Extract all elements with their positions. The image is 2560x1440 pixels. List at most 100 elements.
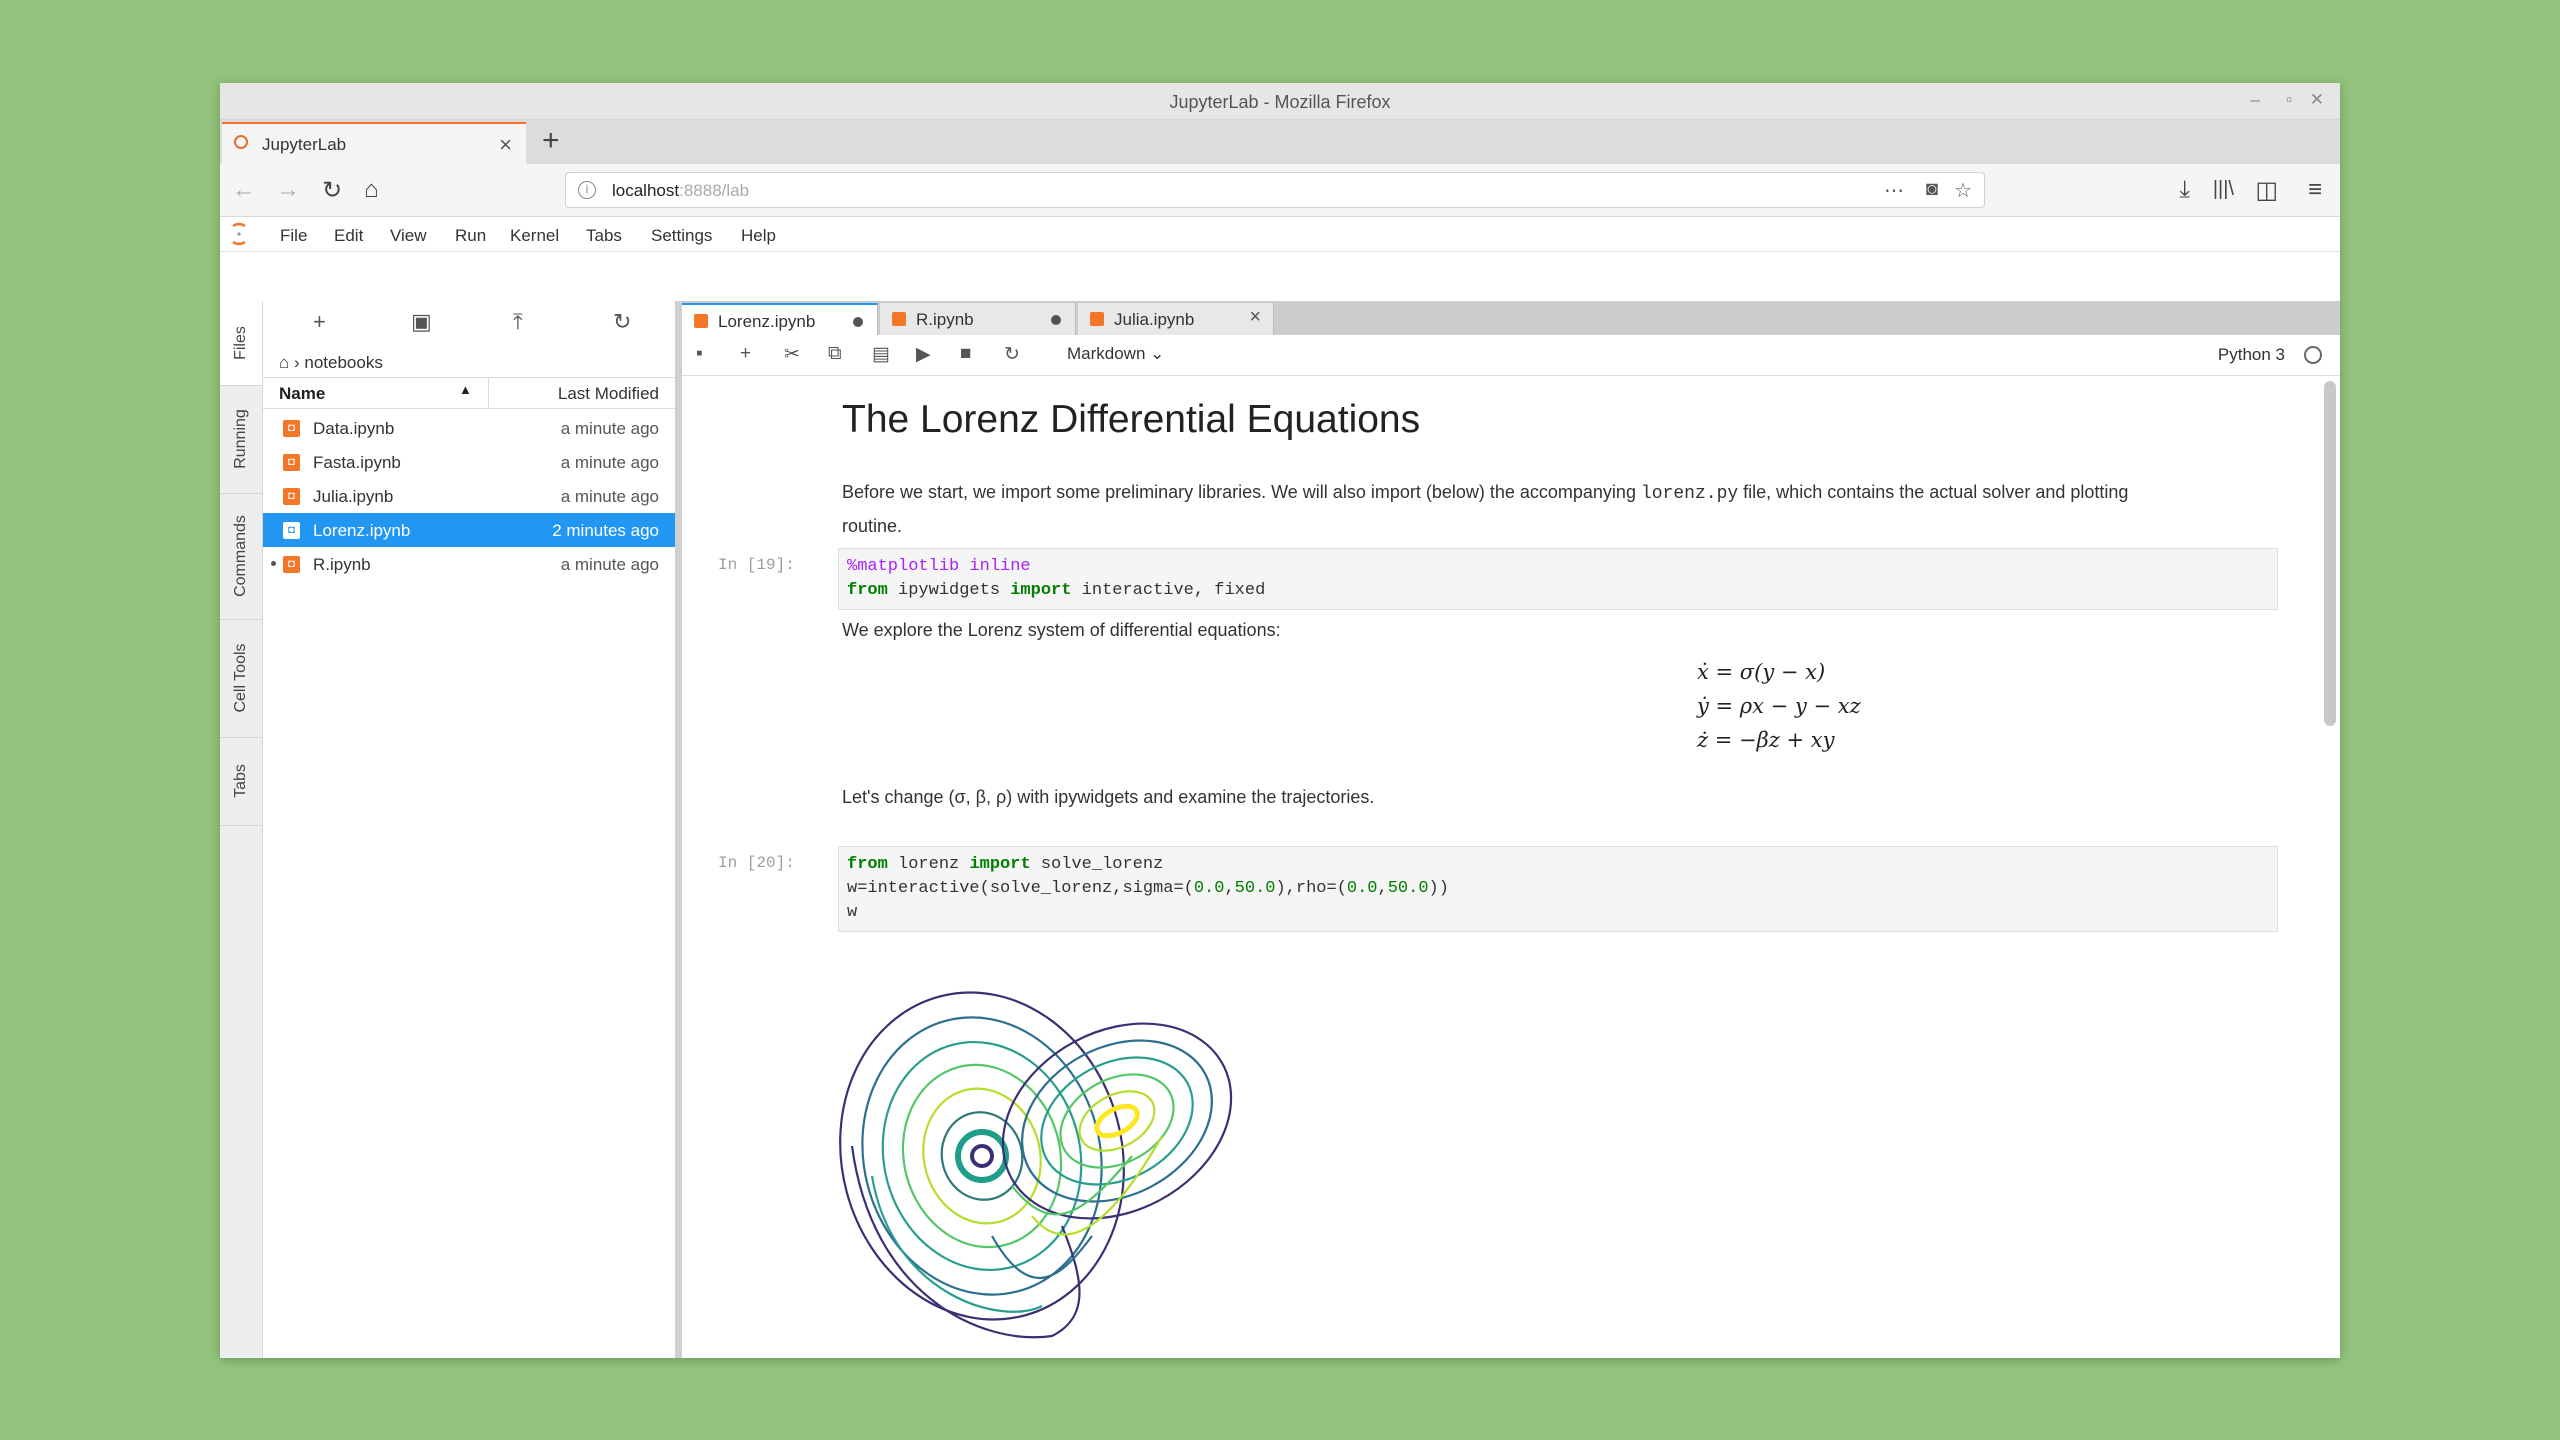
file-name: Data.ipynb	[313, 419, 395, 438]
equation-z: ż = −βz + xy	[1697, 728, 1835, 752]
home-icon[interactable]: ⌂	[364, 176, 379, 204]
browser-window: JupyterLab - Mozilla Firefox – ▫ ✕ Jupyt…	[220, 83, 2340, 1358]
close-doc-tab-icon[interactable]: ×	[1249, 306, 1261, 329]
column-divider	[488, 378, 489, 408]
sidebar-toggle-icon[interactable]: ◫	[2255, 176, 2278, 205]
menu-view[interactable]: View	[390, 226, 427, 246]
file-row[interactable]: ◘ Fasta.ipynb a minute ago	[263, 445, 675, 479]
menu-kernel[interactable]: Kernel	[510, 226, 559, 246]
notebook-file-icon: ◘	[283, 522, 300, 539]
doc-tab-label: Lorenz.ipynb	[718, 312, 816, 331]
library-icon[interactable]: |||\	[2213, 178, 2234, 201]
notebook-content: The Lorenz Differential Equations Before…	[682, 376, 2318, 1352]
run-icon[interactable]: ▶	[916, 343, 931, 366]
notebook-icon	[694, 314, 708, 328]
insert-cell-icon[interactable]: +	[740, 343, 751, 365]
menu-help[interactable]: Help	[741, 226, 776, 246]
file-browser-toolbar: + ▣ ⤒ ↻	[263, 301, 675, 345]
doc-tab-r[interactable]: R.ipynb	[880, 303, 1076, 335]
cell-type-dropdown[interactable]: Markdown ⌄	[1067, 344, 1164, 364]
notebook-file-icon: ◘	[283, 420, 300, 437]
doc-tab-label: R.ipynb	[916, 310, 974, 329]
browser-tab[interactable]: JupyterLab ×	[222, 122, 526, 164]
menu-tabs[interactable]: Tabs	[586, 226, 622, 246]
file-modified: a minute ago	[560, 487, 659, 506]
file-modified: a minute ago	[560, 453, 659, 472]
home-folder-icon[interactable]: ⌂	[279, 353, 289, 372]
sidebar-tab-running[interactable]: Running	[220, 385, 262, 494]
new-tab-icon[interactable]: +	[542, 124, 560, 158]
bookmark-star-icon[interactable]: ☆	[1954, 178, 1972, 203]
menu-edit[interactable]: Edit	[334, 226, 363, 246]
notebook-toolbar: ▪ + ✂ ⧉ ▤ ▶ ■ ↻ Markdown ⌄ Python 3	[682, 335, 2340, 376]
forward-icon[interactable]: →	[276, 176, 300, 204]
file-name: Fasta.ipynb	[313, 453, 401, 472]
new-launcher-icon[interactable]: +	[313, 309, 326, 335]
cell-prompt: In [20]:	[718, 854, 795, 872]
cell-prompt: In [19]:	[718, 556, 795, 574]
breadcrumb[interactable]: ⌂ › notebooks	[279, 353, 383, 373]
menu-file[interactable]: File	[280, 226, 307, 246]
sidebar-tab-commands[interactable]: Commands	[220, 493, 262, 620]
modified-column-header[interactable]: Last Modified	[558, 384, 659, 404]
doc-tab-label: Julia.ipynb	[1114, 310, 1195, 329]
url-text: localhost:8888/lab	[612, 181, 750, 200]
sidebar-tab-tabs[interactable]: Tabs	[220, 737, 262, 826]
save-icon[interactable]: ▪	[696, 343, 703, 365]
minimize-icon[interactable]: –	[2251, 90, 2260, 110]
restart-icon[interactable]: ↻	[1004, 343, 1020, 366]
code-cell-solve[interactable]: from lorenz import solve_lorenz w=intera…	[838, 846, 2278, 932]
intro-paragraph: Before we start, we import some prelimin…	[842, 482, 2129, 536]
sidebar-tab-files[interactable]: Files	[220, 301, 262, 386]
name-column-header[interactable]: Name	[279, 384, 325, 404]
unsaved-dot-icon[interactable]	[1051, 315, 1061, 325]
notebook-heading: The Lorenz Differential Equations	[842, 398, 1421, 441]
unsaved-dot-icon[interactable]	[853, 317, 863, 327]
site-info-icon[interactable]: i	[578, 181, 596, 199]
close-tab-icon[interactable]: ×	[499, 132, 512, 158]
upload-icon[interactable]: ⤒	[513, 309, 523, 335]
file-name: Julia.ipynb	[313, 487, 394, 506]
panel-splitter[interactable]	[675, 301, 682, 1358]
menu-run[interactable]: Run	[455, 226, 486, 246]
refresh-icon[interactable]: ↻	[613, 309, 631, 335]
equation-x: ẋ = σ(y − x)	[1697, 660, 1826, 684]
copy-icon[interactable]: ⧉	[828, 343, 842, 365]
cut-icon[interactable]: ✂	[784, 343, 800, 366]
window-title: JupyterLab - Mozilla Firefox	[1169, 92, 1391, 112]
maximize-icon[interactable]: ▫	[2286, 90, 2292, 110]
running-indicator-icon	[271, 561, 276, 566]
hamburger-menu-icon[interactable]: ≡	[2308, 176, 2322, 204]
downloads-icon[interactable]: ⤓	[2179, 176, 2190, 204]
reload-icon[interactable]: ↻	[322, 176, 342, 205]
file-row[interactable]: ◘ Data.ipynb a minute ago	[263, 411, 675, 445]
code-cell-imports[interactable]: %matplotlib inline from ipywidgets impor…	[838, 548, 2278, 610]
stop-icon[interactable]: ■	[960, 343, 971, 365]
file-list-header: Name ▲ Last Modified	[263, 377, 675, 409]
sort-ascending-icon: ▲	[459, 382, 472, 397]
file-browser: + ▣ ⤒ ↻ ⌂ › notebooks Name ▲ Last Modifi…	[263, 301, 675, 1358]
file-row-selected[interactable]: ◘ Lorenz.ipynb 2 minutes ago	[263, 513, 675, 547]
close-window-icon[interactable]: ✕	[2310, 90, 2324, 110]
paste-icon[interactable]: ▤	[872, 343, 890, 366]
browser-tab-label: JupyterLab	[262, 135, 347, 154]
jupyter-logo-icon	[232, 222, 246, 246]
url-bar[interactable]: i localhost:8888/lab ⋯ ◙ ☆	[565, 172, 1985, 208]
file-row[interactable]: ◘ Julia.ipynb a minute ago	[263, 479, 675, 513]
jupyter-favicon-icon	[234, 135, 248, 149]
file-row[interactable]: ◘ R.ipynb a minute ago	[263, 547, 675, 581]
change-paragraph: Let's change (σ, β, ρ) with ipywidgets a…	[842, 787, 1375, 807]
menu-settings[interactable]: Settings	[651, 226, 712, 246]
sidebar-tab-cell-tools[interactable]: Cell Tools	[220, 619, 262, 738]
kernel-name[interactable]: Python 3	[2218, 345, 2285, 365]
page-actions-icon[interactable]: ⋯	[1884, 178, 1904, 203]
doc-tab-lorenz[interactable]: Lorenz.ipynb	[682, 303, 878, 335]
pocket-icon[interactable]: ◙	[1926, 178, 1938, 201]
window-titlebar: JupyterLab - Mozilla Firefox – ▫ ✕	[220, 83, 2340, 120]
notebook-scrollbar[interactable]	[2324, 381, 2336, 726]
left-sidebar-tabs: Files Running Commands Cell Tools Tabs	[220, 301, 263, 1358]
notebook-icon	[1090, 312, 1104, 326]
back-icon[interactable]: ←	[232, 176, 256, 204]
doc-tab-julia[interactable]: Julia.ipynb ×	[1078, 303, 1274, 335]
new-folder-icon[interactable]: ▣	[411, 309, 432, 335]
